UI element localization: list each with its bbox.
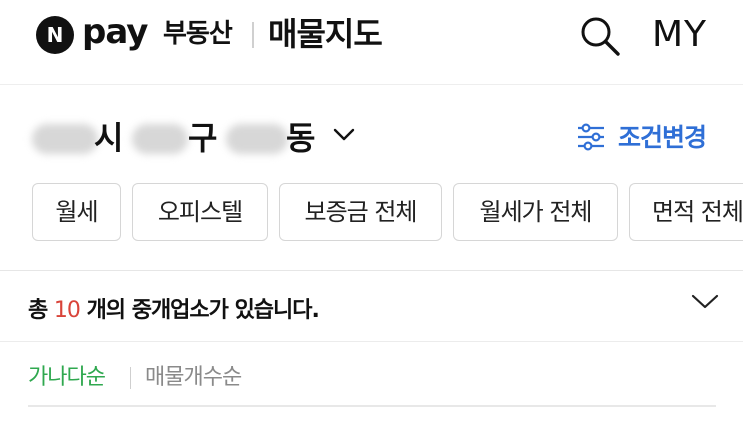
brand-pay[interactable]: pay	[82, 12, 148, 52]
naver-n-logo-icon[interactable]: N	[36, 16, 74, 54]
chip-deposit[interactable]: 보증금 전체	[279, 183, 442, 241]
search-icon	[581, 17, 620, 56]
chip-label: 보증금 전체	[304, 198, 417, 226]
my-page-button[interactable]: MY	[652, 12, 707, 58]
list-top-border	[28, 405, 716, 407]
brand-real-estate[interactable]: 부동산	[163, 17, 233, 51]
section-divider	[0, 341, 743, 342]
agency-count-summary: 총 10 개의 중개업소가 있습니다.	[28, 291, 320, 331]
sort-alphabetical[interactable]: 가나다순	[28, 361, 106, 395]
location-selector[interactable]: 시 구 동	[28, 110, 388, 166]
page-title: 매물지도	[268, 15, 383, 53]
app-header: N pay 부동산 매물지도 MY	[0, 0, 743, 85]
city-suffix: 시	[94, 119, 124, 157]
redacted-district	[132, 124, 188, 154]
sort-by-listing-count[interactable]: 매물개수순	[145, 361, 242, 395]
summary-suffix: 개의 중개업소가 있습니다.	[79, 298, 320, 323]
logo-letter: N	[46, 23, 64, 47]
change-conditions-button[interactable]: 조건변경	[576, 116, 726, 160]
chip-rent-type[interactable]: 월세	[32, 183, 121, 241]
section-divider	[0, 270, 743, 271]
district-suffix: 구	[188, 119, 218, 157]
redacted-dong	[226, 124, 288, 154]
change-conditions-label: 조건변경	[618, 123, 707, 152]
chip-label: 오피스텔	[157, 198, 243, 226]
chip-property-type[interactable]: 오피스텔	[132, 183, 268, 241]
chip-label: 면적 전체	[652, 198, 743, 226]
expand-chevron-icon[interactable]	[690, 292, 720, 312]
chip-label: 월세가 전체	[479, 198, 592, 226]
brand-divider	[252, 22, 254, 48]
sliders-icon	[578, 123, 604, 151]
redacted-city	[32, 124, 98, 154]
search-button[interactable]	[578, 14, 622, 58]
chip-label: 월세	[55, 198, 98, 226]
dong-suffix: 동	[286, 119, 316, 157]
chip-monthly-rent[interactable]: 월세가 전체	[453, 183, 618, 241]
summary-prefix: 총	[28, 298, 54, 323]
chevron-down-icon	[333, 128, 355, 141]
agency-count: 10	[53, 298, 81, 323]
chip-area[interactable]: 면적 전체	[629, 183, 743, 241]
sort-divider	[130, 367, 131, 389]
